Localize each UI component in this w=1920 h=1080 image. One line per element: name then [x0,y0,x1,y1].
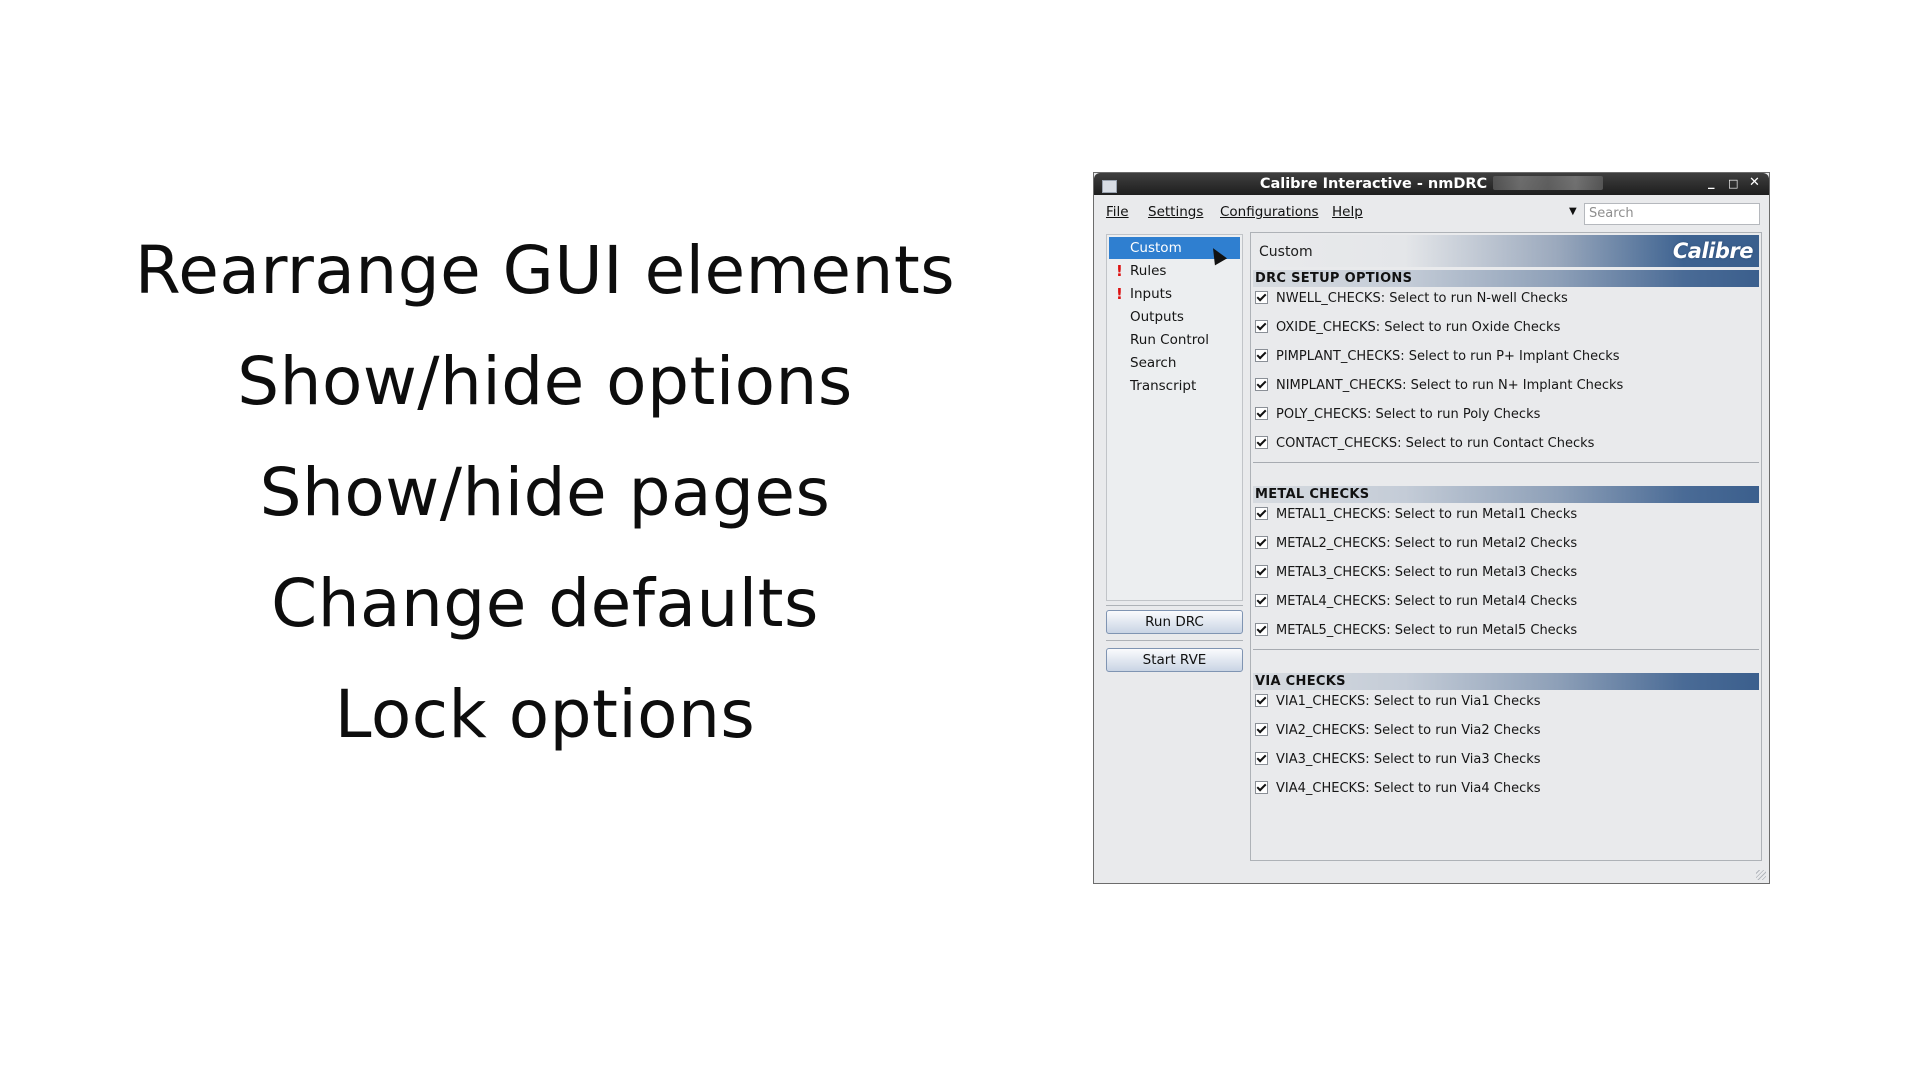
page-navigation-tree: Custom ! Rules ! Inputs Outputs Run Cont… [1106,234,1243,601]
option-label: VIA3_CHECKS: Select to run Via3 Checks [1276,752,1541,767]
option-checkbox[interactable]: NWELL_CHECKS: Select to run N-well Check… [1255,289,1568,309]
menu-configurations[interactable]: Configurations [1220,204,1319,220]
menu-file[interactable]: File [1106,204,1129,220]
option-checkbox[interactable]: VIA4_CHECKS: Select to run Via4 Checks [1255,779,1541,799]
warning-icon: ! [1116,262,1123,280]
maximize-icon[interactable]: □ [1728,177,1738,190]
checkbox-checked-icon[interactable] [1255,378,1268,391]
section-header-via-checks: VIA CHECKS [1253,673,1759,690]
start-rve-button[interactable]: Start RVE [1106,648,1243,672]
menu-help[interactable]: Help [1332,204,1363,220]
option-label: METAL3_CHECKS: Select to run Metal3 Chec… [1276,565,1578,580]
resize-grip-icon[interactable] [1756,870,1766,880]
divider [1106,640,1243,641]
checkbox-checked-icon[interactable] [1255,694,1268,707]
option-checkbox[interactable]: VIA1_CHECKS: Select to run Via1 Checks [1255,692,1541,712]
menu-settings[interactable]: Settings [1148,204,1203,220]
redacted-area [1493,176,1604,190]
option-label: METAL5_CHECKS: Select to run Metal5 Chec… [1276,623,1578,638]
search-input[interactable]: Search [1584,203,1760,225]
option-checkbox[interactable]: METAL4_CHECKS: Select to run Metal4 Chec… [1255,592,1577,612]
checkbox-checked-icon[interactable] [1255,436,1268,449]
option-label: CONTACT_CHECKS: Select to run Contact Ch… [1276,436,1595,451]
section-header-drc-setup: DRC SETUP OPTIONS [1253,270,1759,287]
option-checkbox[interactable]: PIMPLANT_CHECKS: Select to run P+ Implan… [1255,347,1620,367]
option-label: POLY_CHECKS: Select to run Poly Checks [1276,407,1541,422]
checkbox-checked-icon[interactable] [1255,349,1268,362]
checkbox-checked-icon[interactable] [1255,507,1268,520]
option-checkbox[interactable]: METAL3_CHECKS: Select to run Metal3 Chec… [1255,563,1577,583]
checkbox-checked-icon[interactable] [1255,594,1268,607]
custom-options-panel: Custom Calibre DRC SETUP OPTIONS NWELL_C… [1250,232,1762,861]
nav-item-outputs[interactable]: Outputs [1109,306,1240,328]
option-label: METAL2_CHECKS: Select to run Metal2 Chec… [1276,536,1578,551]
window-title-text: Calibre Interactive - nmDRC [1259,176,1488,192]
checkbox-checked-icon[interactable] [1255,407,1268,420]
panel-header: Custom Calibre [1253,235,1759,267]
warning-icon: ! [1116,285,1123,303]
nav-item-label: Search [1130,355,1177,371]
option-label: VIA2_CHECKS: Select to run Via2 Checks [1276,723,1541,738]
option-label: VIA4_CHECKS: Select to run Via4 Checks [1276,781,1541,796]
slide-line: Rearrange GUI elements [134,232,956,309]
checkbox-checked-icon[interactable] [1255,723,1268,736]
run-drc-button[interactable]: Run DRC [1106,610,1243,634]
option-checkbox[interactable]: VIA2_CHECKS: Select to run Via2 Checks [1255,721,1541,741]
minimize-icon[interactable]: _ [1708,175,1715,190]
slide-line: Show/hide options [237,343,853,420]
checkbox-checked-icon[interactable] [1255,781,1268,794]
divider [1106,605,1243,606]
checkbox-checked-icon[interactable] [1255,752,1268,765]
nav-item-inputs[interactable]: ! Inputs [1109,283,1240,305]
title-bar[interactable]: Calibre Interactive - nmDRC _ □ ✕ [1094,173,1769,195]
option-checkbox[interactable]: NIMPLANT_CHECKS: Select to run N+ Implan… [1255,376,1623,396]
slide-line: Show/hide pages [259,454,831,531]
nav-item-label: Inputs [1130,286,1172,302]
close-icon[interactable]: ✕ [1749,175,1760,190]
divider [1253,462,1759,463]
option-checkbox[interactable]: METAL5_CHECKS: Select to run Metal5 Chec… [1255,621,1577,641]
window-title: Calibre Interactive - nmDRC [1094,176,1769,192]
option-label: PIMPLANT_CHECKS: Select to run P+ Implan… [1276,349,1620,364]
checkbox-checked-icon[interactable] [1255,565,1268,578]
option-checkbox[interactable]: POLY_CHECKS: Select to run Poly Checks [1255,405,1540,425]
section-header-metal-checks: METAL CHECKS [1253,486,1759,503]
option-label: NIMPLANT_CHECKS: Select to run N+ Implan… [1276,378,1624,393]
option-label: OXIDE_CHECKS: Select to run Oxide Checks [1276,320,1561,335]
option-checkbox[interactable]: VIA3_CHECKS: Select to run Via3 Checks [1255,750,1541,770]
nav-item-transcript[interactable]: Transcript [1109,375,1240,397]
nav-item-label: Custom [1130,240,1182,256]
option-label: VIA1_CHECKS: Select to run Via1 Checks [1276,694,1541,709]
nav-item-label: Rules [1130,263,1167,279]
option-checkbox[interactable]: METAL1_CHECKS: Select to run Metal1 Chec… [1255,505,1577,525]
checkbox-checked-icon[interactable] [1255,623,1268,636]
nav-item-rules[interactable]: ! Rules [1109,260,1240,282]
divider [1253,649,1759,650]
option-label: NWELL_CHECKS: Select to run N-well Check… [1276,291,1568,306]
option-checkbox[interactable]: OXIDE_CHECKS: Select to run Oxide Checks [1255,318,1560,338]
nav-item-label: Transcript [1130,378,1197,394]
slide-line: Change defaults [271,565,819,642]
checkbox-checked-icon[interactable] [1255,536,1268,549]
slide-line: Lock options [334,676,756,753]
option-label: METAL1_CHECKS: Select to run Metal1 Chec… [1276,507,1578,522]
nav-item-search[interactable]: Search [1109,352,1240,374]
checkbox-checked-icon[interactable] [1255,291,1268,304]
slide-bullet-list: Rearrange GUI elements Show/hide options… [95,215,995,770]
option-label: METAL4_CHECKS: Select to run Metal4 Chec… [1276,594,1578,609]
checkbox-checked-icon[interactable] [1255,320,1268,333]
option-checkbox[interactable]: CONTACT_CHECKS: Select to run Contact Ch… [1255,434,1594,454]
search-dropdown-icon[interactable]: ▼ [1569,206,1577,217]
nav-item-label: Run Control [1130,332,1209,348]
nav-item-run-control[interactable]: Run Control [1109,329,1240,351]
calibre-logo: Calibre [1672,239,1754,263]
option-checkbox[interactable]: METAL2_CHECKS: Select to run Metal2 Chec… [1255,534,1577,554]
panel-title: Custom [1259,244,1313,260]
calibre-interactive-window: Calibre Interactive - nmDRC _ □ ✕ File S… [1093,172,1770,884]
nav-item-label: Outputs [1130,309,1184,325]
